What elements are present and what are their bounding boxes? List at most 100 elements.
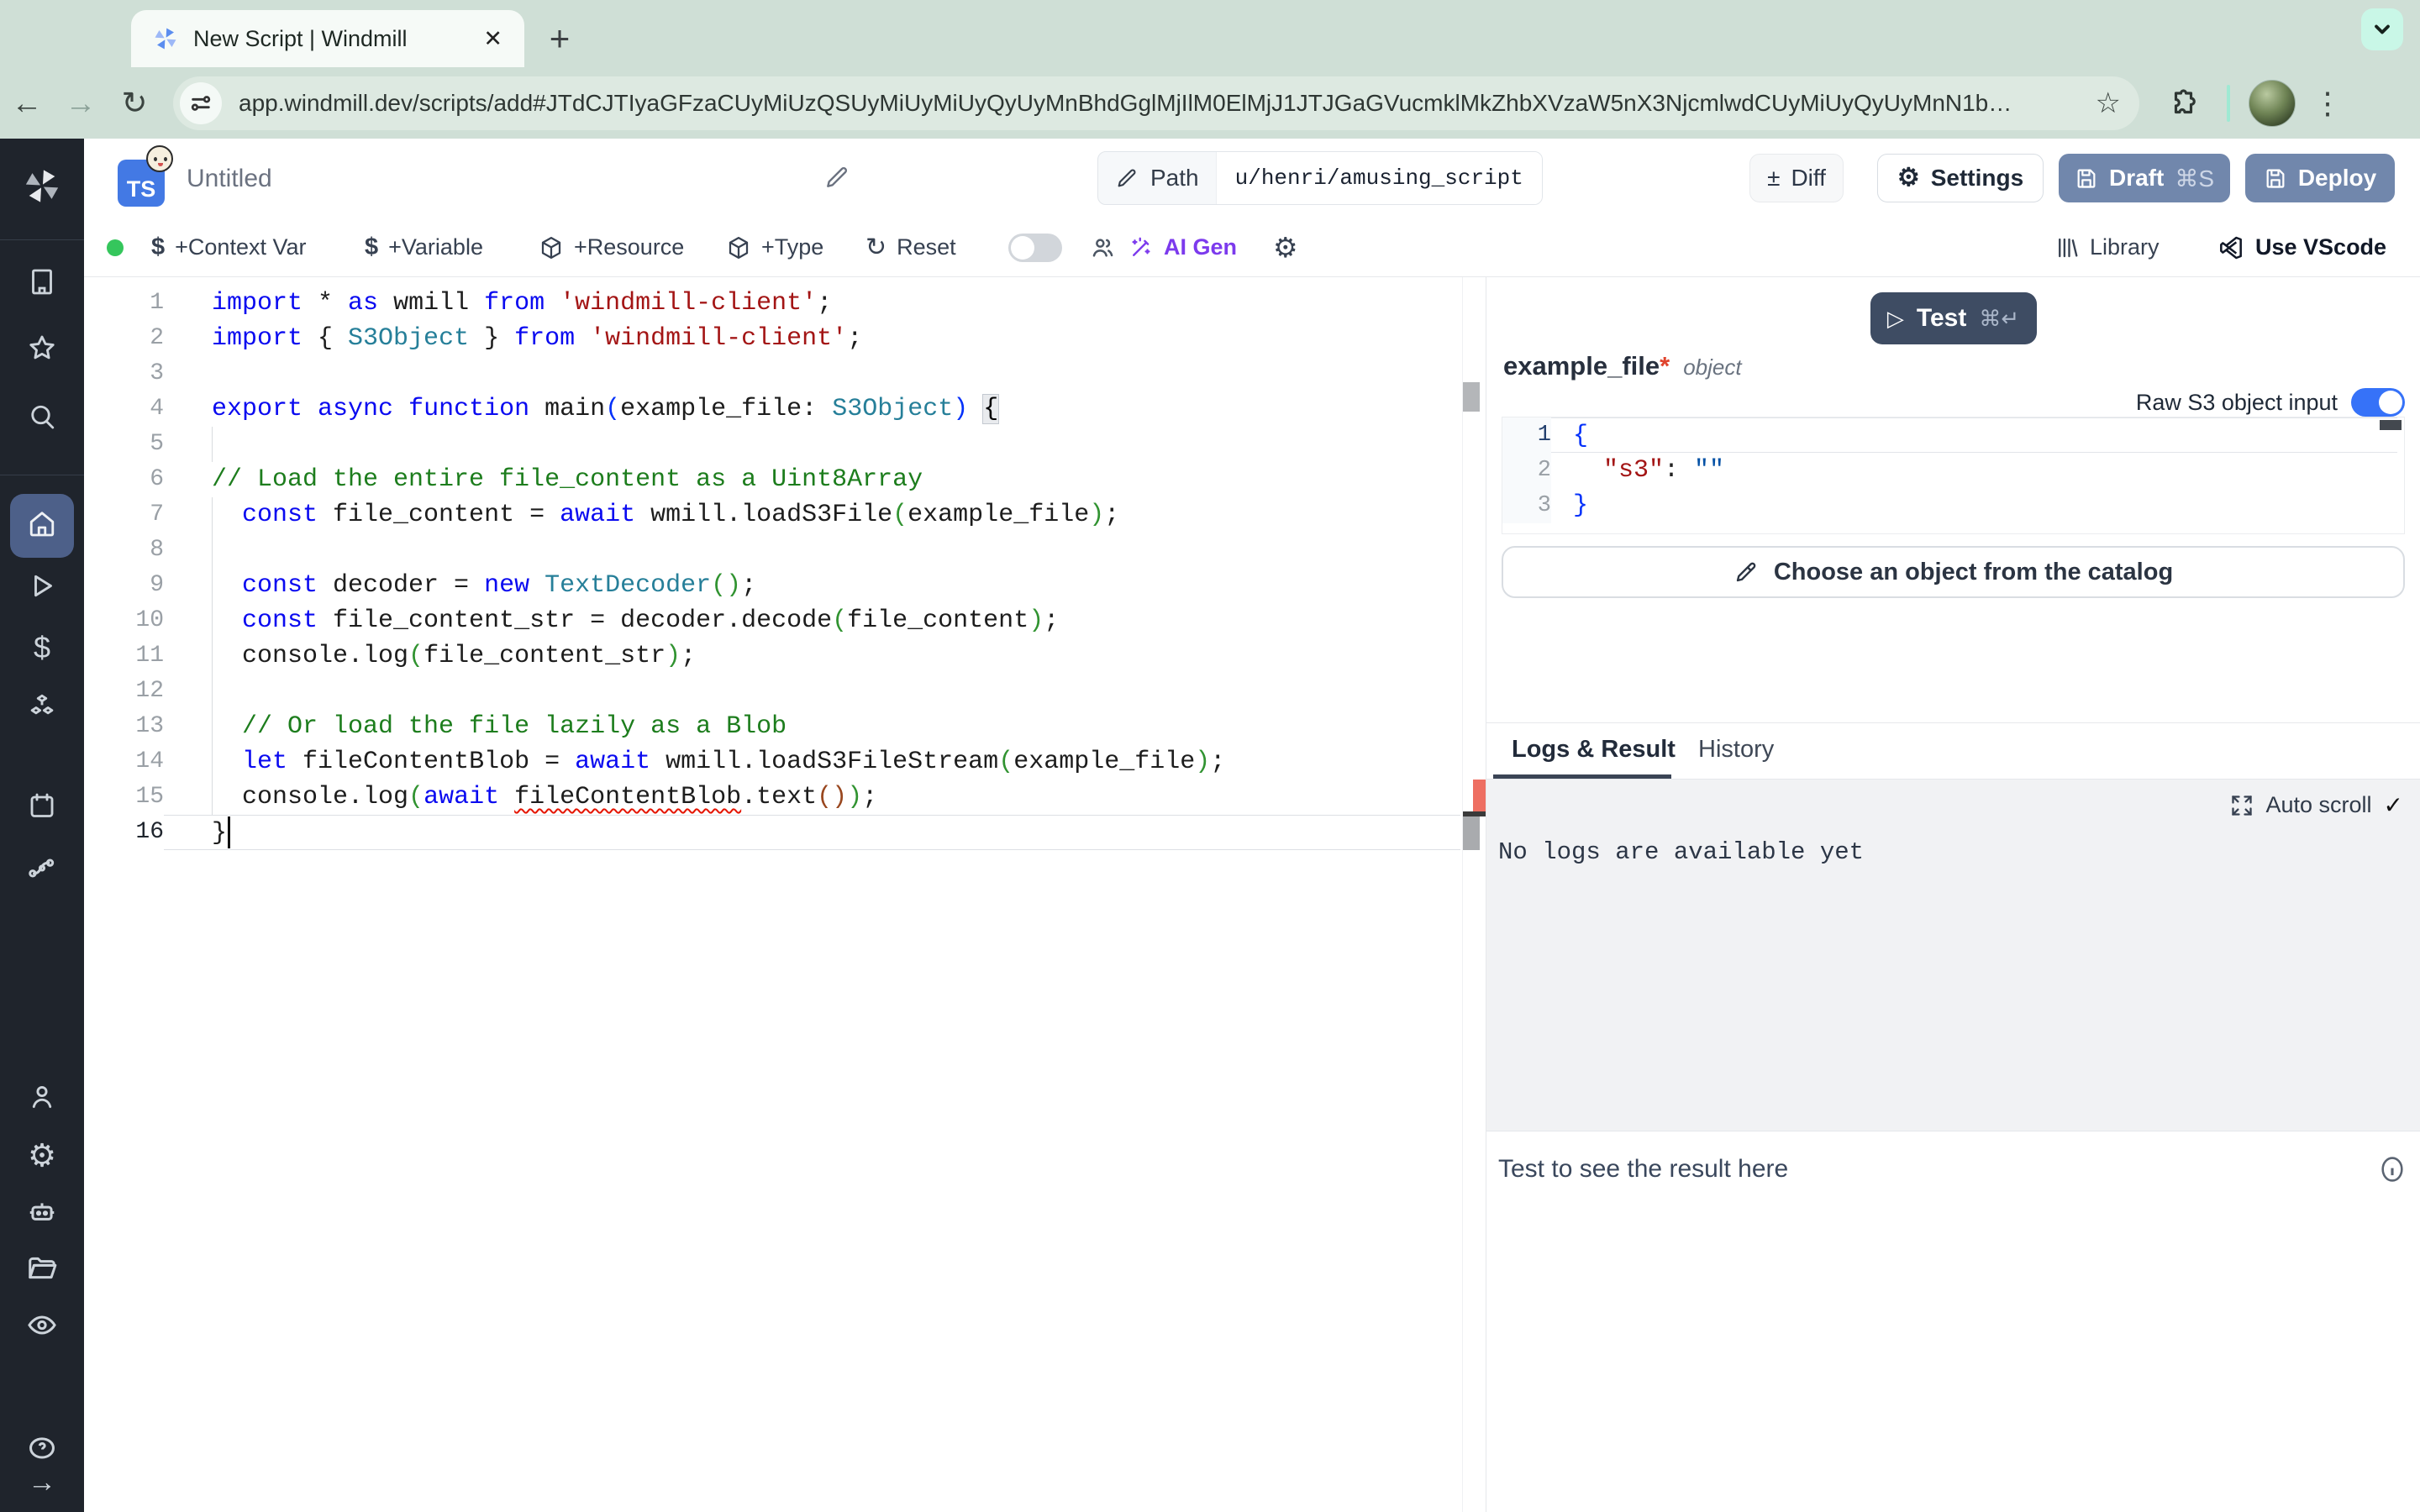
sidebar-collapse-icon[interactable]: → [28, 1467, 56, 1499]
url-toolbar: ← → ↻ app.windmill.dev/scripts/add#JTdCJ… [0, 67, 2420, 139]
chevron-down-icon [2370, 18, 2394, 41]
site-settings-icon[interactable] [180, 82, 222, 124]
bookmark-star-icon[interactable]: ☆ [2096, 87, 2121, 120]
code-line: 9 const decoder = new TextDecoder(); [84, 568, 1486, 603]
argument-name: example_file [1503, 351, 1660, 381]
info-icon[interactable] [2378, 1155, 2407, 1184]
back-button[interactable]: ← [0, 86, 54, 121]
argument-row: example_file * object [1503, 351, 1742, 381]
extensions-icon[interactable] [2170, 88, 2200, 118]
script-settings-gear-icon[interactable]: ⚙ [1273, 218, 1298, 276]
tab-close-icon[interactable]: ✕ [483, 26, 502, 52]
code-line: 1import * as wmill from 'windmill-client… [84, 286, 1486, 321]
choose-object-button[interactable]: Choose an object from the catalog [1502, 546, 2405, 598]
tab-logs-result[interactable]: Logs & Result [1512, 723, 1676, 775]
scrollbar-handle [1463, 382, 1480, 412]
add-variable-button[interactable]: $+Variable [365, 218, 483, 276]
sidebar-item-settings[interactable]: ⚙ [28, 1137, 56, 1175]
code-line: 1{ [1502, 417, 2404, 453]
script-title-input[interactable]: Untitled [187, 139, 825, 218]
profile-avatar[interactable] [2249, 80, 2296, 127]
code-editor[interactable]: 1import * as wmill from 'windmill-client… [84, 277, 1486, 1512]
code-line: 11 console.log(file_content_str); [84, 638, 1486, 674]
edit-title-pencil-icon[interactable] [823, 164, 850, 191]
use-vscode-button[interactable]: Use VScode [2218, 218, 2386, 276]
reset-icon: ↻ [865, 235, 886, 260]
draft-button[interactable]: Draft ⌘S [2059, 154, 2230, 202]
sidebar-item-routes[interactable] [26, 853, 58, 889]
gear-icon: ⚙ [1897, 165, 1920, 191]
browser-tab[interactable]: New Script | Windmill ✕ [131, 10, 524, 67]
json-lines: 1{2 "s3": ""3} [1502, 417, 2404, 523]
save-icon [2264, 166, 2287, 190]
add-type-button[interactable]: +Type [726, 218, 823, 276]
sidebar-item-resources[interactable] [26, 692, 58, 728]
windmill-app: $ ⚙ → TS Untitled [0, 139, 2420, 1512]
code-line: 4export async function main(example_file… [84, 391, 1486, 427]
code-line: 8 [84, 533, 1486, 568]
add-context-var-button[interactable]: $+Context Var [151, 218, 306, 276]
reload-button[interactable]: ↻ [108, 85, 161, 121]
package-icon [726, 235, 751, 260]
deploy-button[interactable]: Deploy [2245, 154, 2395, 202]
code-line: 2 "s3": "" [1502, 453, 2404, 488]
editor-toolbar: $+Context Var $+Variable +Resource +Type… [84, 218, 2420, 277]
error-marker [1473, 780, 1486, 813]
sidebar-item-schedules[interactable] [27, 791, 57, 826]
sidebar-item-workspace[interactable] [27, 267, 57, 302]
sidebar-item-workers[interactable] [26, 1197, 58, 1233]
tab-search-button[interactable] [2361, 8, 2403, 50]
sidebar-item-home[interactable] [10, 494, 74, 558]
code-line: 10 const file_content_str = decoder.deco… [84, 603, 1486, 638]
path-button[interactable]: Path u/henri/amusing_script [1097, 151, 1543, 205]
windmill-logo[interactable] [23, 167, 61, 210]
required-asterisk: * [1660, 351, 1670, 381]
auto-scroll-control[interactable]: Auto scroll ✓ [2230, 791, 2403, 819]
multiplayer-toggle[interactable] [1008, 218, 1062, 276]
pencil-icon [1115, 166, 1139, 190]
library-icon [2054, 235, 2080, 260]
code-line: 3 [84, 356, 1486, 391]
check-icon: ✓ [2384, 791, 2403, 819]
path-value: u/henri/amusing_script [1216, 152, 1542, 204]
package-icon [539, 235, 564, 260]
reset-button[interactable]: ↻Reset [865, 218, 956, 276]
diff-button[interactable]: ± Diff [1749, 154, 1844, 202]
code-line: 15 console.log(await fileContentBlob.tex… [84, 780, 1486, 815]
result-placeholder: Test to see the result here [1498, 1155, 2378, 1184]
settings-button[interactable]: ⚙ Settings [1877, 154, 2044, 202]
main-area: TS Untitled Path u/henri/amusing_script … [84, 139, 2420, 1512]
code-line: 5 [84, 427, 1486, 462]
sidebar-item-favorites[interactable] [27, 333, 57, 368]
raw-s3-toggle[interactable] [2351, 388, 2405, 417]
ai-gen-button[interactable]: AI Gen [1128, 218, 1237, 276]
path-label: Path [1150, 165, 1199, 192]
tab-title: New Script | Windmill [193, 26, 468, 52]
sidebar-item-users[interactable] [27, 1082, 57, 1116]
sidebar-item-folders[interactable] [26, 1252, 58, 1289]
sidebar-item-runs[interactable] [27, 571, 57, 606]
no-logs-message: No logs are available yet [1498, 838, 1864, 866]
editor-scrollbar[interactable] [1462, 277, 1486, 1512]
sidebar-item-search[interactable] [27, 402, 57, 436]
code-lines: 1import * as wmill from 'windmill-client… [84, 286, 1486, 850]
code-line: 7 const file_content = await wmill.loadS… [84, 497, 1486, 533]
save-icon [2075, 166, 2098, 190]
address-bar[interactable]: app.windmill.dev/scripts/add#JTdCJTIyaGF… [173, 76, 2139, 130]
sidebar-item-help[interactable] [26, 1434, 58, 1470]
forward-button[interactable]: → [54, 86, 108, 121]
dollar-icon: $ [365, 234, 378, 261]
add-resource-button[interactable]: +Resource [539, 218, 684, 276]
library-button[interactable]: Library [2054, 218, 2160, 276]
test-button[interactable]: ▷ Test ⌘↵ [1870, 292, 2037, 344]
magic-wand-icon [1128, 235, 1154, 260]
tab-history[interactable]: History [1698, 723, 1774, 775]
sidebar-item-audit-logs[interactable] [26, 1310, 58, 1346]
preview-panel: ▷ Test ⌘↵ example_file * object Raw S3 o… [1486, 277, 2420, 1512]
browser-menu-icon[interactable]: ⋮ [2312, 86, 2343, 121]
code-line: 16} [84, 815, 1486, 850]
json-input-editor[interactable]: 1{2 "s3": ""3} [1502, 417, 2405, 534]
status-dot [107, 218, 124, 276]
sidebar-item-variables[interactable]: $ [34, 630, 50, 665]
new-tab-button[interactable]: + [539, 18, 580, 59]
